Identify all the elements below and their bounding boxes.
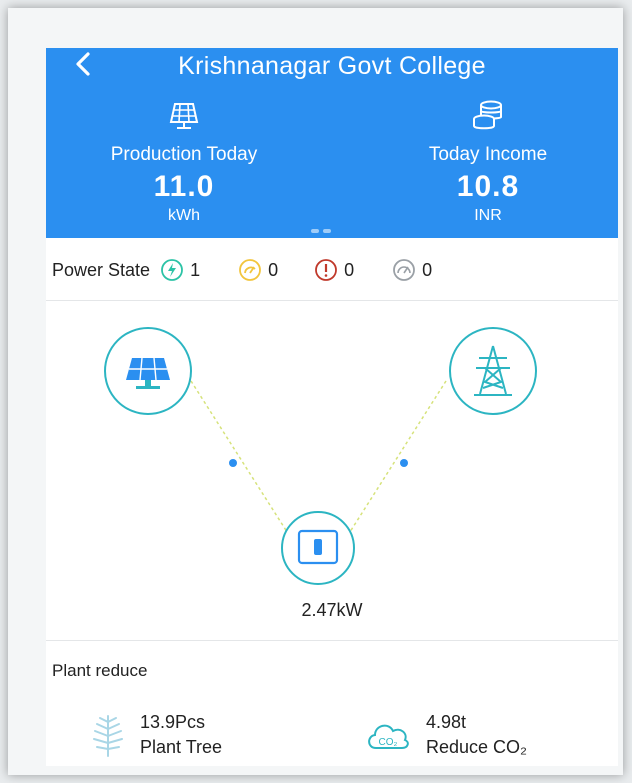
plant-tree-label: Plant Tree [140,737,223,757]
header: Krishnanagar Govt College Production Tod… [46,48,618,238]
income-value: 10.8 [456,170,520,203]
income-unit: INR [474,207,502,224]
reduce-co2-label: Reduce CO₂ [426,737,528,757]
plant-reduce-title: Plant reduce [52,661,148,680]
reduce-co2-item[interactable]: CO₂ 4.98t Reduce CO₂ [364,710,527,760]
plant-tree-item[interactable]: 13.9Pcs Plant Tree [90,710,222,760]
solar-node[interactable] [104,327,192,415]
status-fault[interactable]: 0 [314,258,354,282]
app-screen: Krishnanagar Govt College Production Tod… [46,48,618,766]
reduce-co2-value: 4.98t [426,712,467,732]
page-indicator [309,220,333,238]
today-income-stat[interactable]: Today Income 10.8 INR [368,98,608,225]
income-label: Today Income [428,144,548,165]
tree-icon [93,715,123,757]
solar-panel-icon [169,103,199,129]
production-unit: kWh [168,207,200,224]
svg-text:CO₂: CO₂ [379,737,398,748]
offline-icon [393,259,416,281]
status-offline[interactable]: 0 [392,258,432,282]
fault-count: 0 [344,259,355,280]
power-state-label: Power State [52,259,151,280]
power-state-row: Power State 1 0 0 0 [52,258,612,282]
production-label: Production Today [110,144,258,165]
standby-count: 0 [268,259,279,280]
divider [46,640,618,641]
offline-count: 0 [422,259,433,280]
energy-flow-diagram [104,327,537,585]
inverter-node[interactable] [281,511,355,585]
normal-count: 1 [190,259,201,280]
grid-node[interactable] [449,327,537,415]
standby-icon [239,259,261,281]
fault-icon [315,259,337,281]
current-power: 2.47kW [301,600,363,620]
production-today-stat[interactable]: Production Today 11.0 kWh [64,98,304,225]
flow-dot [400,459,408,467]
normal-lightning-icon [161,259,183,281]
divider [46,300,618,301]
plant-tree-value: 13.9Pcs [140,712,206,732]
co2-cloud-icon: CO₂ [368,724,409,749]
coins-icon [473,100,502,130]
production-value: 11.0 [153,170,215,203]
flow-dot [229,459,237,467]
status-standby[interactable]: 0 [238,258,278,282]
page-title: Krishnanagar Govt College [178,52,486,80]
status-normal[interactable]: 1 [160,258,200,282]
screenshot-frame: Krishnanagar Govt College Production Tod… [8,8,623,775]
